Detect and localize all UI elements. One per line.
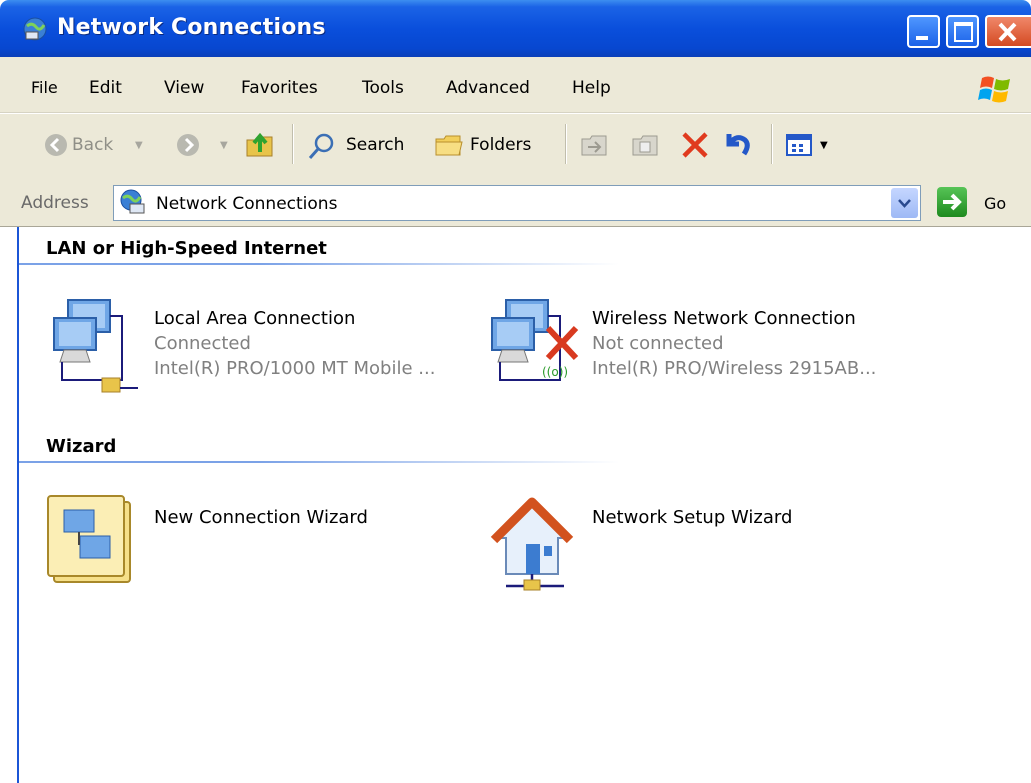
network-setup-wizard-icon[interactable]: [486, 494, 576, 594]
go-arrow-icon: [943, 193, 962, 211]
lan-connection-name[interactable]: Local Area Connection: [154, 308, 355, 329]
menu-advanced[interactable]: Advanced: [446, 78, 530, 98]
section-title-lan: LAN or High-Speed Internet: [46, 238, 327, 259]
lan-connection-device: Intel(R) PRO/1000 MT Mobile ...: [154, 358, 436, 379]
network-connections-icon: [23, 17, 47, 41]
toolbar-separator: [292, 124, 293, 164]
chevron-down-icon: [898, 199, 911, 208]
back-button[interactable]: Back: [72, 135, 113, 155]
local-area-connection-icon[interactable]: [46, 296, 138, 398]
close-button[interactable]: [985, 15, 1031, 48]
go-button[interactable]: [937, 187, 967, 217]
search-button[interactable]: Search: [346, 135, 404, 155]
menu-file[interactable]: File: [31, 78, 58, 97]
network-connections-icon: [120, 189, 145, 214]
toolbar-separator: [565, 124, 566, 164]
copy-to-icon[interactable]: [631, 131, 661, 159]
new-connection-wizard-name[interactable]: New Connection Wizard: [154, 507, 368, 528]
menu-tools[interactable]: Tools: [362, 78, 404, 98]
network-setup-wizard-name[interactable]: Network Setup Wizard: [592, 507, 792, 528]
folders-button[interactable]: Folders: [470, 135, 531, 155]
search-icon[interactable]: [307, 131, 337, 161]
section-divider: [19, 263, 619, 265]
wireless-connection-status: Not connected: [592, 333, 724, 354]
wireless-connection-name[interactable]: Wireless Network Connection: [592, 308, 856, 329]
folders-icon[interactable]: [434, 131, 464, 159]
address-value: Network Connections: [156, 194, 338, 214]
go-label[interactable]: Go: [984, 194, 1006, 213]
wireless-connection-device: Intel(R) PRO/Wireless 2915AB...: [592, 358, 877, 379]
move-to-icon[interactable]: [580, 131, 610, 159]
lan-connection-status: Connected: [154, 333, 251, 354]
toolbar-separator: [771, 124, 772, 164]
minimize-button[interactable]: [907, 15, 940, 48]
menu-favorites[interactable]: Favorites: [241, 78, 318, 98]
undo-icon[interactable]: [723, 130, 753, 160]
menu-view[interactable]: View: [164, 78, 204, 98]
back-arrow-icon: [45, 134, 67, 156]
wireless-network-connection-icon[interactable]: ((o)): [484, 296, 584, 398]
delete-icon[interactable]: [680, 130, 710, 160]
section-divider: [19, 461, 619, 463]
address-label: Address: [21, 193, 89, 213]
close-icon: [998, 22, 1017, 42]
section-title-wizard: Wizard: [46, 436, 117, 457]
window-title: Network Connections: [57, 15, 326, 40]
forward-arrow-icon[interactable]: [176, 133, 200, 157]
menu-help[interactable]: Help: [572, 78, 611, 98]
views-dropdown-icon[interactable]: ▼: [820, 140, 828, 151]
views-icon[interactable]: [785, 132, 815, 158]
windows-logo-icon: [978, 76, 1010, 103]
folder-up-icon[interactable]: [244, 128, 276, 160]
new-connection-wizard-icon[interactable]: [46, 494, 138, 588]
forward-dropdown-icon[interactable]: ▼: [220, 140, 228, 151]
back-dropdown-icon[interactable]: ▼: [135, 140, 143, 151]
maximize-button[interactable]: [946, 15, 979, 48]
menu-edit[interactable]: Edit: [89, 78, 122, 98]
address-dropdown-button[interactable]: [891, 188, 918, 218]
svg-text:((o)): ((o)): [542, 365, 568, 379]
